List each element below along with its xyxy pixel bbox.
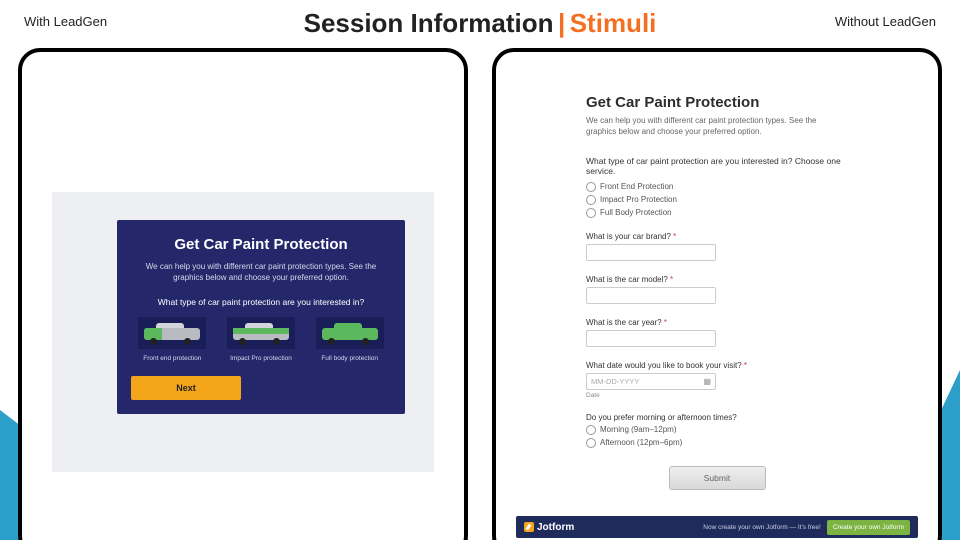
jotform-logo: Jotform: [524, 522, 574, 533]
input-car-brand[interactable]: [586, 244, 716, 261]
leadgen-options: Front end protection Impact Pro protecti…: [131, 317, 391, 362]
banner-cta-button[interactable]: Create your own Jotform: [827, 520, 910, 535]
leadgen-option-impact[interactable]: Impact Pro protection: [220, 317, 303, 362]
car-icon-impact: [227, 317, 295, 349]
header: With LeadGen Session Information | Stimu…: [0, 0, 960, 43]
radio-label: Morning (9am–12pm): [600, 425, 676, 434]
required-star: *: [670, 275, 673, 284]
tablet-with-leadgen: Get Car Paint Protection We can help you…: [18, 48, 468, 540]
jotform-banner: Jotform Now create your own Jotform — It…: [516, 516, 918, 538]
leadgen-title: Get Car Paint Protection: [131, 236, 391, 253]
label-time-pref: Do you prefer morning or afternoon times…: [586, 413, 848, 422]
radio-front-end[interactable]: Front End Protection: [586, 182, 848, 192]
leadgen-option-label: Impact Pro protection: [230, 355, 292, 362]
radio-afternoon[interactable]: Afternoon (12pm–6pm): [586, 438, 848, 448]
leadgen-option-front[interactable]: Front end protection: [131, 317, 214, 362]
jotform-title: Get Car Paint Protection: [586, 94, 848, 111]
required-star: *: [664, 318, 667, 327]
calendar-icon: ▦: [703, 377, 711, 386]
radio-full-body[interactable]: Full Body Protection: [586, 208, 848, 218]
banner-text: Now create your own Jotform — It's free!: [703, 524, 821, 531]
radio-label: Impact Pro Protection: [600, 195, 677, 204]
date-placeholder: MM-DD-YYYY: [591, 377, 639, 386]
input-car-year[interactable]: [586, 330, 716, 347]
label-without-leadgen: Without LeadGen: [835, 14, 936, 29]
date-hint: Date: [586, 392, 848, 399]
radio-impact-pro[interactable]: Impact Pro Protection: [586, 195, 848, 205]
title-separator: |: [558, 8, 565, 38]
jotform-brand: Jotform: [537, 522, 574, 533]
leadgen-option-full[interactable]: Full body protection: [308, 317, 391, 362]
pen-icon: [524, 522, 534, 532]
leadgen-question: What type of car paint protection are yo…: [131, 297, 391, 307]
required-star: *: [744, 361, 747, 370]
jotform-form: Get Car Paint Protection We can help you…: [586, 94, 848, 490]
radio-icon: [586, 438, 596, 448]
input-visit-date[interactable]: MM-DD-YYYY ▦: [586, 373, 716, 390]
leadgen-subtitle: We can help you with different car paint…: [131, 261, 391, 283]
required-star: *: [673, 232, 676, 241]
page-title-accent: Stimuli: [570, 8, 657, 38]
car-icon-front: [138, 317, 206, 349]
jotform-q-protection: What type of car paint protection are yo…: [586, 156, 848, 176]
radio-icon: [586, 182, 596, 192]
label-car-year: What is the car year? *: [586, 318, 848, 327]
leadgen-option-label: Front end protection: [143, 355, 201, 362]
leadgen-option-label: Full body protection: [321, 355, 378, 362]
radio-icon: [586, 195, 596, 205]
label-car-model: What is the car model? *: [586, 275, 848, 284]
label-car-brand: What is your car brand? *: [586, 232, 848, 241]
page-title: Session Information: [304, 8, 554, 38]
radio-icon: [586, 208, 596, 218]
submit-button[interactable]: Submit: [669, 466, 766, 490]
car-icon-full: [316, 317, 384, 349]
input-car-model[interactable]: [586, 287, 716, 304]
jotform-desc: We can help you with different car paint…: [586, 116, 848, 138]
radio-label: Full Body Protection: [600, 208, 672, 217]
label-with-leadgen: With LeadGen: [24, 14, 107, 29]
tablet-without-leadgen: Get Car Paint Protection We can help you…: [492, 48, 942, 540]
leadgen-card: Get Car Paint Protection We can help you…: [117, 220, 405, 414]
radio-label: Afternoon (12pm–6pm): [600, 438, 682, 447]
next-button[interactable]: Next: [131, 376, 241, 400]
label-visit-date: What date would you like to book your vi…: [586, 361, 848, 370]
radio-morning[interactable]: Morning (9am–12pm): [586, 425, 848, 435]
radio-label: Front End Protection: [600, 182, 673, 191]
radio-icon: [586, 425, 596, 435]
